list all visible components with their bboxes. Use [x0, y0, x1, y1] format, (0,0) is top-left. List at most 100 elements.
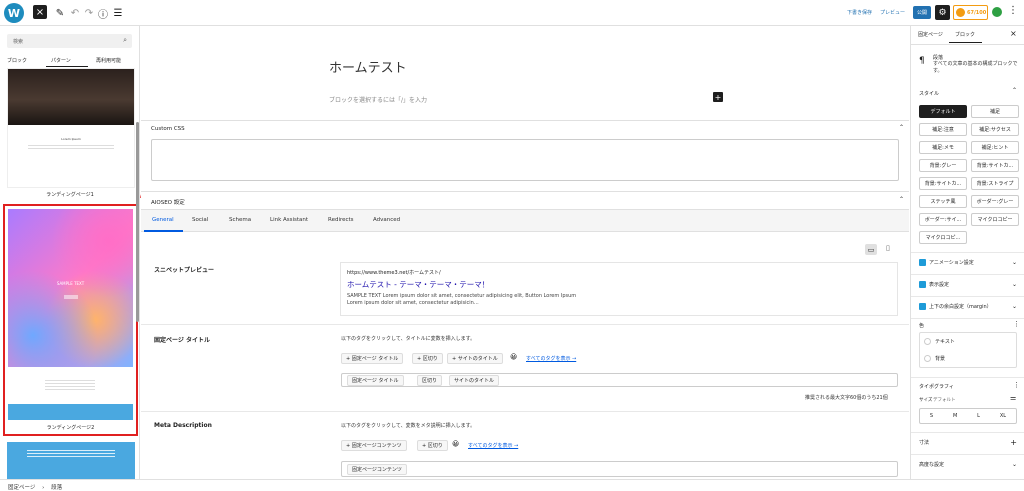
size-l[interactable]: L [977, 413, 980, 419]
search-input[interactable]: 検索 ⌕ [7, 34, 132, 48]
chip-site-title[interactable]: + サイトのタイトル [447, 353, 503, 364]
tab-general[interactable]: General [152, 217, 174, 223]
wordpress-logo[interactable]: W [4, 3, 24, 23]
show-all-tags-link[interactable]: すべてのタグを表示 → [468, 442, 518, 449]
emoji-icon[interactable]: 😀 [510, 353, 517, 361]
color-text-label: テキスト [935, 339, 955, 345]
title-tag-field[interactable]: 固定ページ タイトル 区切り サイトのタイトル [341, 373, 898, 387]
more-options-icon[interactable]: ⋮ [1008, 5, 1018, 16]
dimensions-panel[interactable]: 寸法 + [911, 432, 1024, 452]
aioseo-tabbar: General Social Schema Link Assistant Red… [141, 210, 909, 232]
tag-site-title[interactable]: サイトのタイトル [449, 375, 500, 386]
style-button[interactable]: マイクロコピー [971, 213, 1019, 226]
meta-tag-field[interactable]: 固定ページコンテンツ [341, 461, 898, 477]
plugin-green-icon[interactable] [992, 7, 1002, 17]
chevron-down-icon: ⌄ [1011, 259, 1017, 266]
tab-patterns[interactable]: パターン [51, 57, 71, 64]
options-icon[interactable]: ⋮ [1013, 381, 1020, 389]
color-text-option[interactable]: テキスト [924, 338, 955, 345]
chip-separator[interactable]: + 区切り [417, 440, 448, 451]
tab-schema[interactable]: Schema [229, 217, 251, 223]
tag-page-title[interactable]: 固定ページ タイトル [347, 375, 404, 386]
collapse-icon[interactable]: ⌃ [899, 196, 904, 203]
style-button[interactable]: 補足:サクセス [971, 123, 1019, 136]
pen-icon[interactable]: ✎ [52, 5, 68, 21]
chip-separator[interactable]: + 区切り [412, 353, 443, 364]
style-button[interactable]: 背景:サイトカ... [971, 159, 1019, 172]
size-m[interactable]: M [953, 413, 957, 419]
style-button[interactable]: ボーダー:グレー [971, 195, 1019, 208]
style-button[interactable]: ステッチ風 [919, 195, 967, 208]
pattern-preview-1[interactable]: Lorem Ipsum [7, 68, 135, 188]
tab-block[interactable]: ブロック [955, 31, 975, 38]
margin-settings-panel[interactable]: 上下の余白設定（margin） ⌄ [911, 296, 1024, 316]
breadcrumb-page[interactable]: 固定ページ [8, 485, 35, 491]
breadcrumb: 固定ページ › 段落 [0, 479, 1024, 491]
tab-advanced[interactable]: Advanced [373, 217, 400, 223]
tab-reusable[interactable]: 再利用可能 [96, 57, 121, 64]
style-button[interactable]: ボーダー:サイ... [919, 213, 967, 226]
tag-separator[interactable]: 区切り [417, 375, 443, 386]
paragraph-icon: ¶ [919, 56, 925, 66]
breadcrumb-paragraph[interactable]: 段落 [51, 485, 62, 491]
style-section-label[interactable]: スタイル [919, 90, 939, 97]
close-inserter-button[interactable]: × [33, 5, 47, 19]
display-settings-panel[interactable]: 表示設定 ⌄ [911, 274, 1024, 294]
style-button[interactable]: 背景:サイトカ... [919, 177, 967, 190]
style-button[interactable]: 補足 [971, 105, 1019, 118]
settings-icon[interactable]: ⚙ [935, 5, 950, 20]
size-custom-icon[interactable]: ⚌ [1010, 394, 1016, 402]
tab-social[interactable]: Social [192, 217, 208, 223]
collapse-icon[interactable]: ⌃ [1012, 87, 1017, 94]
style-button[interactable]: 背景:グレー [919, 159, 967, 172]
page-title[interactable]: ホームテスト [329, 57, 407, 76]
thumb-lines-3 [27, 450, 115, 458]
custom-css-textarea[interactable] [151, 139, 899, 181]
pattern-preview-2[interactable]: SAMPLE TEXT ランディングページ2 [3, 204, 138, 436]
style-button[interactable]: 補足:メモ [919, 141, 967, 154]
list-view-icon[interactable]: ☰ [110, 5, 126, 21]
char-counter: 推奨される最大文字60個のうち21個 [805, 395, 888, 401]
thumb-blue-band [8, 404, 133, 420]
block-placeholder[interactable]: ブロックを選択するには「/」を入力 [329, 95, 427, 104]
preview-button[interactable]: プレビュー [880, 9, 905, 16]
emoji-icon[interactable]: 😀 [452, 440, 459, 448]
tab-link-assistant[interactable]: Link Assistant [270, 217, 308, 223]
tab-blocks[interactable]: ブロック [7, 57, 27, 64]
save-draft-button[interactable]: 下書き保存 [847, 9, 872, 16]
thumb-heading: Lorem Ipsum [61, 137, 81, 141]
aioseo-panel-header[interactable]: AIOSEO 設定 ⌃ [141, 192, 909, 210]
size-s[interactable]: S [930, 413, 933, 419]
style-button[interactable]: 補足:注意 [919, 123, 967, 136]
chip-page-content[interactable]: + 固定ページコンテンツ [341, 440, 407, 451]
pattern-preview-3[interactable] [7, 442, 135, 479]
style-button[interactable]: マイクロコピ... [919, 231, 967, 244]
mobile-icon[interactable]: ▯ [886, 244, 890, 252]
colorful-hero-image: SAMPLE TEXT [8, 209, 133, 367]
tab-redirects[interactable]: Redirects [328, 217, 354, 223]
show-all-tags-link[interactable]: すべてのタグを表示 → [526, 355, 576, 362]
style-default[interactable]: デフォルト [919, 105, 967, 118]
aioseo-score-button[interactable]: 67/100 [953, 5, 988, 20]
add-block-button[interactable]: + [713, 92, 723, 102]
desktop-icon[interactable]: ▭ [865, 244, 877, 255]
animation-settings-panel[interactable]: アニメーション設定 ⌄ [911, 252, 1024, 272]
size-xl[interactable]: XL [1000, 413, 1006, 419]
scrollbar[interactable] [136, 122, 139, 322]
publish-button[interactable]: 公開 [913, 6, 931, 19]
options-icon[interactable]: ⋮ [1013, 320, 1020, 328]
dark-hero-image [8, 69, 134, 125]
chip-page-title[interactable]: + 固定ページ タイトル [341, 353, 404, 364]
typography-label: タイポグラフィ [919, 384, 954, 390]
collapse-icon[interactable]: ⌃ [899, 124, 904, 131]
style-button[interactable]: 背景:ストライプ [971, 177, 1019, 190]
style-button[interactable]: 補足:ヒント [971, 141, 1019, 154]
color-bg-option[interactable]: 背景 [924, 355, 945, 362]
info-icon[interactable]: ⓘ [95, 5, 111, 21]
tag-page-content[interactable]: 固定ページコンテンツ [347, 464, 407, 475]
close-sidebar-icon[interactable]: × [1010, 29, 1017, 38]
advanced-panel[interactable]: 高度な設定 ⌄ [911, 454, 1024, 474]
custom-css-label[interactable]: Custom CSS [151, 126, 185, 132]
tab-page[interactable]: 固定ページ [918, 31, 943, 38]
panel-label: 上下の余白設定（margin） [929, 304, 992, 310]
